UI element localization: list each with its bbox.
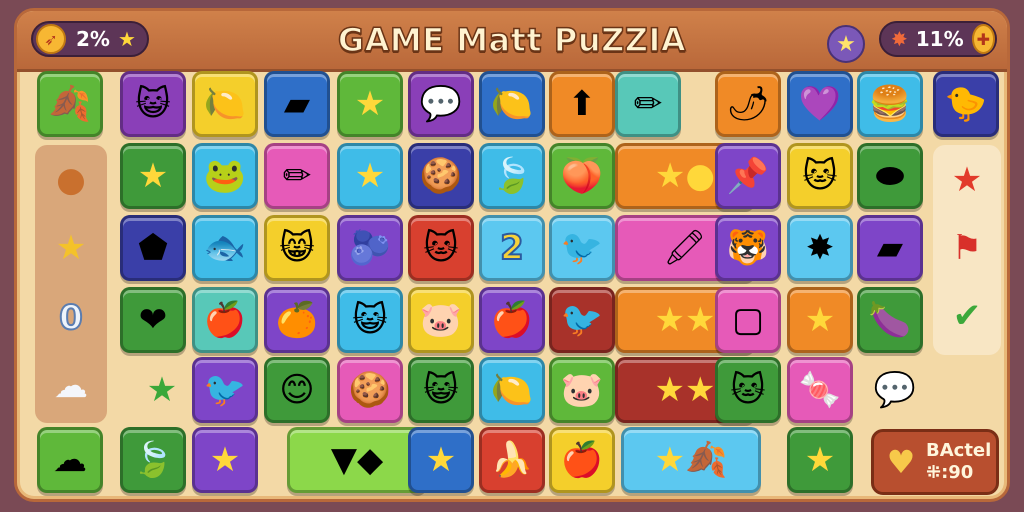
apple-tile[interactable]: 🍎	[549, 427, 615, 493]
arrow-up-tile[interactable]: ⬆	[549, 71, 615, 137]
cat-face-tile[interactable]: 🐱	[787, 143, 853, 209]
lemon-tile[interactable]: 🍋	[192, 71, 258, 137]
checkmark-icon[interactable]: ✔	[942, 291, 992, 341]
cat-face-tile[interactable]: 🐱	[715, 357, 781, 423]
pin-tile[interactable]: 📌	[715, 143, 781, 209]
heart-icon: ♥	[886, 443, 916, 481]
plum-tile[interactable]: 🍆	[857, 287, 923, 353]
eraser-tile[interactable]: ▰	[264, 71, 330, 137]
score-label: BActel	[926, 440, 992, 461]
right-side-panel: ★ ⚑ ✔	[933, 145, 1001, 355]
heart-tile[interactable]: ❤	[120, 287, 186, 353]
pig-face-tile[interactable]: 🐷	[549, 357, 615, 423]
apple-tile[interactable]: 🍎	[192, 287, 258, 353]
lemon-tile[interactable]: 🍋	[479, 357, 545, 423]
zero-digit[interactable]: 0	[46, 293, 96, 343]
right-stat-value: 11%	[915, 27, 964, 51]
star-tile[interactable]: ★	[787, 287, 853, 353]
left-side-panel: ● ★ 0 ☁	[35, 145, 107, 423]
bird-tile[interactable]: 🐦	[192, 357, 258, 423]
top-bar: ➶ 2% ★ GAME Matt PuZZIA ★ ✸ 11% ✚	[17, 11, 1007, 72]
star-tile[interactable]: ★	[408, 427, 474, 493]
macaron-tile[interactable]: 🍔	[857, 71, 923, 137]
game-board-frame: ➶ 2% ★ GAME Matt PuZZIA ★ ✸ 11% ✚ ● ★ 0 …	[14, 8, 1010, 502]
pencil-tile[interactable]: ✏	[264, 143, 330, 209]
square-tile[interactable]: ▢	[715, 287, 781, 353]
candy-tile[interactable]: 🍬	[787, 357, 853, 423]
star-tile[interactable]: ★	[787, 427, 853, 493]
gem-tile[interactable]: ⬟	[120, 215, 186, 281]
apple-tile[interactable]: 🍎	[479, 287, 545, 353]
flame-icon: ✸	[891, 27, 908, 51]
star-icon[interactable]: ★	[46, 223, 96, 273]
leaf-tile[interactable]: 🍃	[120, 427, 186, 493]
star-tile[interactable]: ★	[129, 357, 195, 423]
star-button[interactable]: ★	[827, 25, 865, 63]
macaron-tile[interactable]: 🍪	[337, 357, 403, 423]
cat-face-tile[interactable]: 🐱	[408, 215, 474, 281]
bubble-tile[interactable]: 💬	[862, 357, 928, 423]
star-icon[interactable]: ★	[942, 155, 992, 205]
heart-tile[interactable]: 💜	[787, 71, 853, 137]
blue-bird-tile[interactable]: 🐦	[549, 287, 615, 353]
banana-tile[interactable]: 🍌	[479, 427, 545, 493]
star-tile[interactable]: ★	[120, 143, 186, 209]
score-panel: ♥ BActel ⁜:90	[871, 429, 999, 495]
leaf-tile[interactable]: 🍃	[479, 143, 545, 209]
cat-face-tile[interactable]: 😺	[120, 71, 186, 137]
speech-bubble-tile[interactable]: 💬	[408, 71, 474, 137]
macaron-tile[interactable]: 🍪	[408, 143, 474, 209]
cloud-tile[interactable]: ☁	[37, 427, 103, 493]
star-tile[interactable]: ★	[337, 71, 403, 137]
fish-tile[interactable]: 🐟	[192, 215, 258, 281]
flag-icon[interactable]: ⚑	[942, 223, 992, 273]
cat-face-tile[interactable]: 😸	[264, 215, 330, 281]
eraser-tile[interactable]: ▰	[857, 215, 923, 281]
blue-bird-tile[interactable]: 🐦	[549, 215, 615, 281]
orange-tile[interactable]: 🍊	[264, 287, 330, 353]
plum-tile[interactable]: 🫐	[337, 215, 403, 281]
frog-tile[interactable]: 🐸	[192, 143, 258, 209]
lemon-tile[interactable]: 🍋	[479, 71, 545, 137]
score-value: ⁜:90	[926, 462, 974, 483]
cat-face-tile[interactable]: 😺	[337, 287, 403, 353]
star-leaf-tile[interactable]: ★🍂	[621, 427, 761, 493]
right-stat-pill[interactable]: ✸ 11% ✚	[879, 21, 997, 57]
pepper-tile[interactable]: 🌶	[715, 71, 781, 137]
leaf-tile[interactable]: 🍂	[37, 71, 103, 137]
plus-coin-icon: ✚	[971, 24, 995, 54]
cookie-icon[interactable]: ●	[46, 155, 96, 205]
pencil-leaf-tile[interactable]: ✏	[615, 71, 681, 137]
pink-candy-tile[interactable]: ⬬	[857, 143, 923, 209]
cat-face-tile[interactable]: 😺	[408, 357, 474, 423]
pig-face-tile[interactable]: 🐷	[408, 287, 474, 353]
number-two-tile[interactable]: 2	[479, 215, 545, 281]
cat-face-tile[interactable]: 🐯	[715, 215, 781, 281]
smiley-tile[interactable]: 😊	[264, 357, 330, 423]
cloud-icon[interactable]: ☁	[46, 361, 96, 411]
duck-tile[interactable]: 🐤	[933, 71, 999, 137]
star-tile[interactable]: ★	[337, 143, 403, 209]
peach-tile[interactable]: 🍑	[549, 143, 615, 209]
arrow-candy-tile[interactable]: ▼◆	[287, 427, 427, 493]
star-tile[interactable]: ✸	[787, 215, 853, 281]
star-tile[interactable]: ★	[192, 427, 258, 493]
